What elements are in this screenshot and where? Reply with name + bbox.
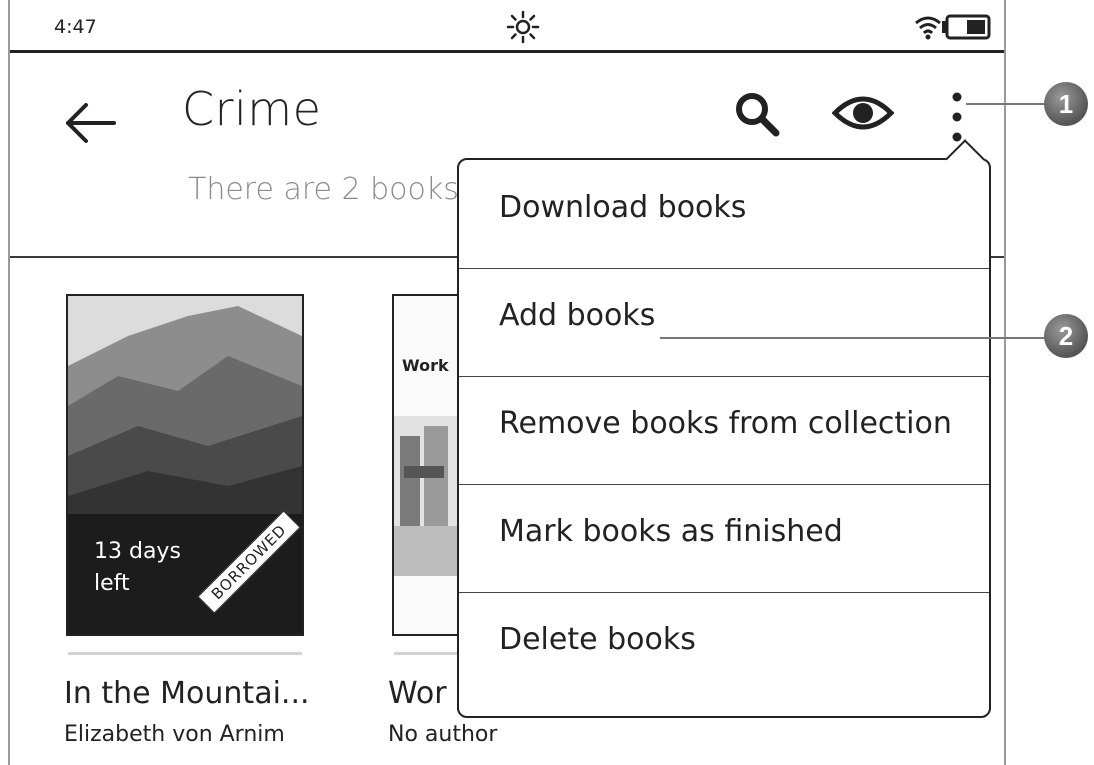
menu-item-download-books[interactable]: Download books: [459, 160, 989, 269]
days-left-label: 13 days left: [94, 536, 181, 600]
days-left-word: left: [94, 571, 130, 596]
book-cover[interactable]: 13 days left BORROWED: [66, 294, 304, 636]
reading-progress-line: [68, 652, 302, 655]
wifi-icon[interactable]: [914, 14, 942, 40]
menu-item-mark-books-as-finished[interactable]: Mark books as finished: [459, 484, 989, 593]
menu-item-label: Mark books as finished: [499, 514, 843, 549]
book-author: Elizabeth von Arnim: [64, 722, 285, 747]
page-title: Crime: [182, 82, 322, 136]
book-author: No author: [388, 722, 498, 747]
book-title[interactable]: Wor: [388, 676, 447, 711]
menu-item-remove-books-from-collection[interactable]: Remove books from collection: [459, 376, 989, 485]
menu-item-delete-books[interactable]: Delete books: [459, 592, 989, 700]
book-count-text: There are 2 books: [188, 172, 459, 207]
callout-1-badge: 1: [1044, 82, 1088, 126]
eye-icon[interactable]: [832, 91, 894, 135]
menu-item-label: Download books: [499, 190, 747, 225]
cover-title-text: Work: [402, 356, 449, 375]
menu-item-label: Delete books: [499, 622, 696, 657]
callout-2-leader-line: [660, 337, 1046, 339]
book-title[interactable]: In the Mountai...: [64, 676, 310, 711]
menu-item-label: Remove books from collection: [499, 406, 952, 441]
overflow-menu: Download books Add books Remove books fr…: [457, 158, 991, 718]
menu-item-add-books[interactable]: Add books: [459, 268, 989, 377]
days-left-number: 13 days: [94, 539, 181, 564]
more-options-icon[interactable]: [948, 87, 966, 147]
battery-icon: [942, 14, 991, 40]
back-arrow-icon[interactable]: [62, 95, 118, 151]
mountain-landscape-image: [68, 296, 302, 516]
callout-1-leader-line: [966, 103, 1046, 105]
menu-item-label: Add books: [499, 298, 656, 333]
status-bar: 4:47: [10, 0, 1004, 53]
brightness-icon[interactable]: [506, 10, 540, 44]
search-icon[interactable]: [730, 87, 784, 141]
ereader-screen: 4:47 Crime There are 2 books 13 days lef…: [8, 0, 1006, 765]
status-time: 4:47: [54, 16, 97, 38]
callout-2-badge: 2: [1044, 314, 1088, 358]
